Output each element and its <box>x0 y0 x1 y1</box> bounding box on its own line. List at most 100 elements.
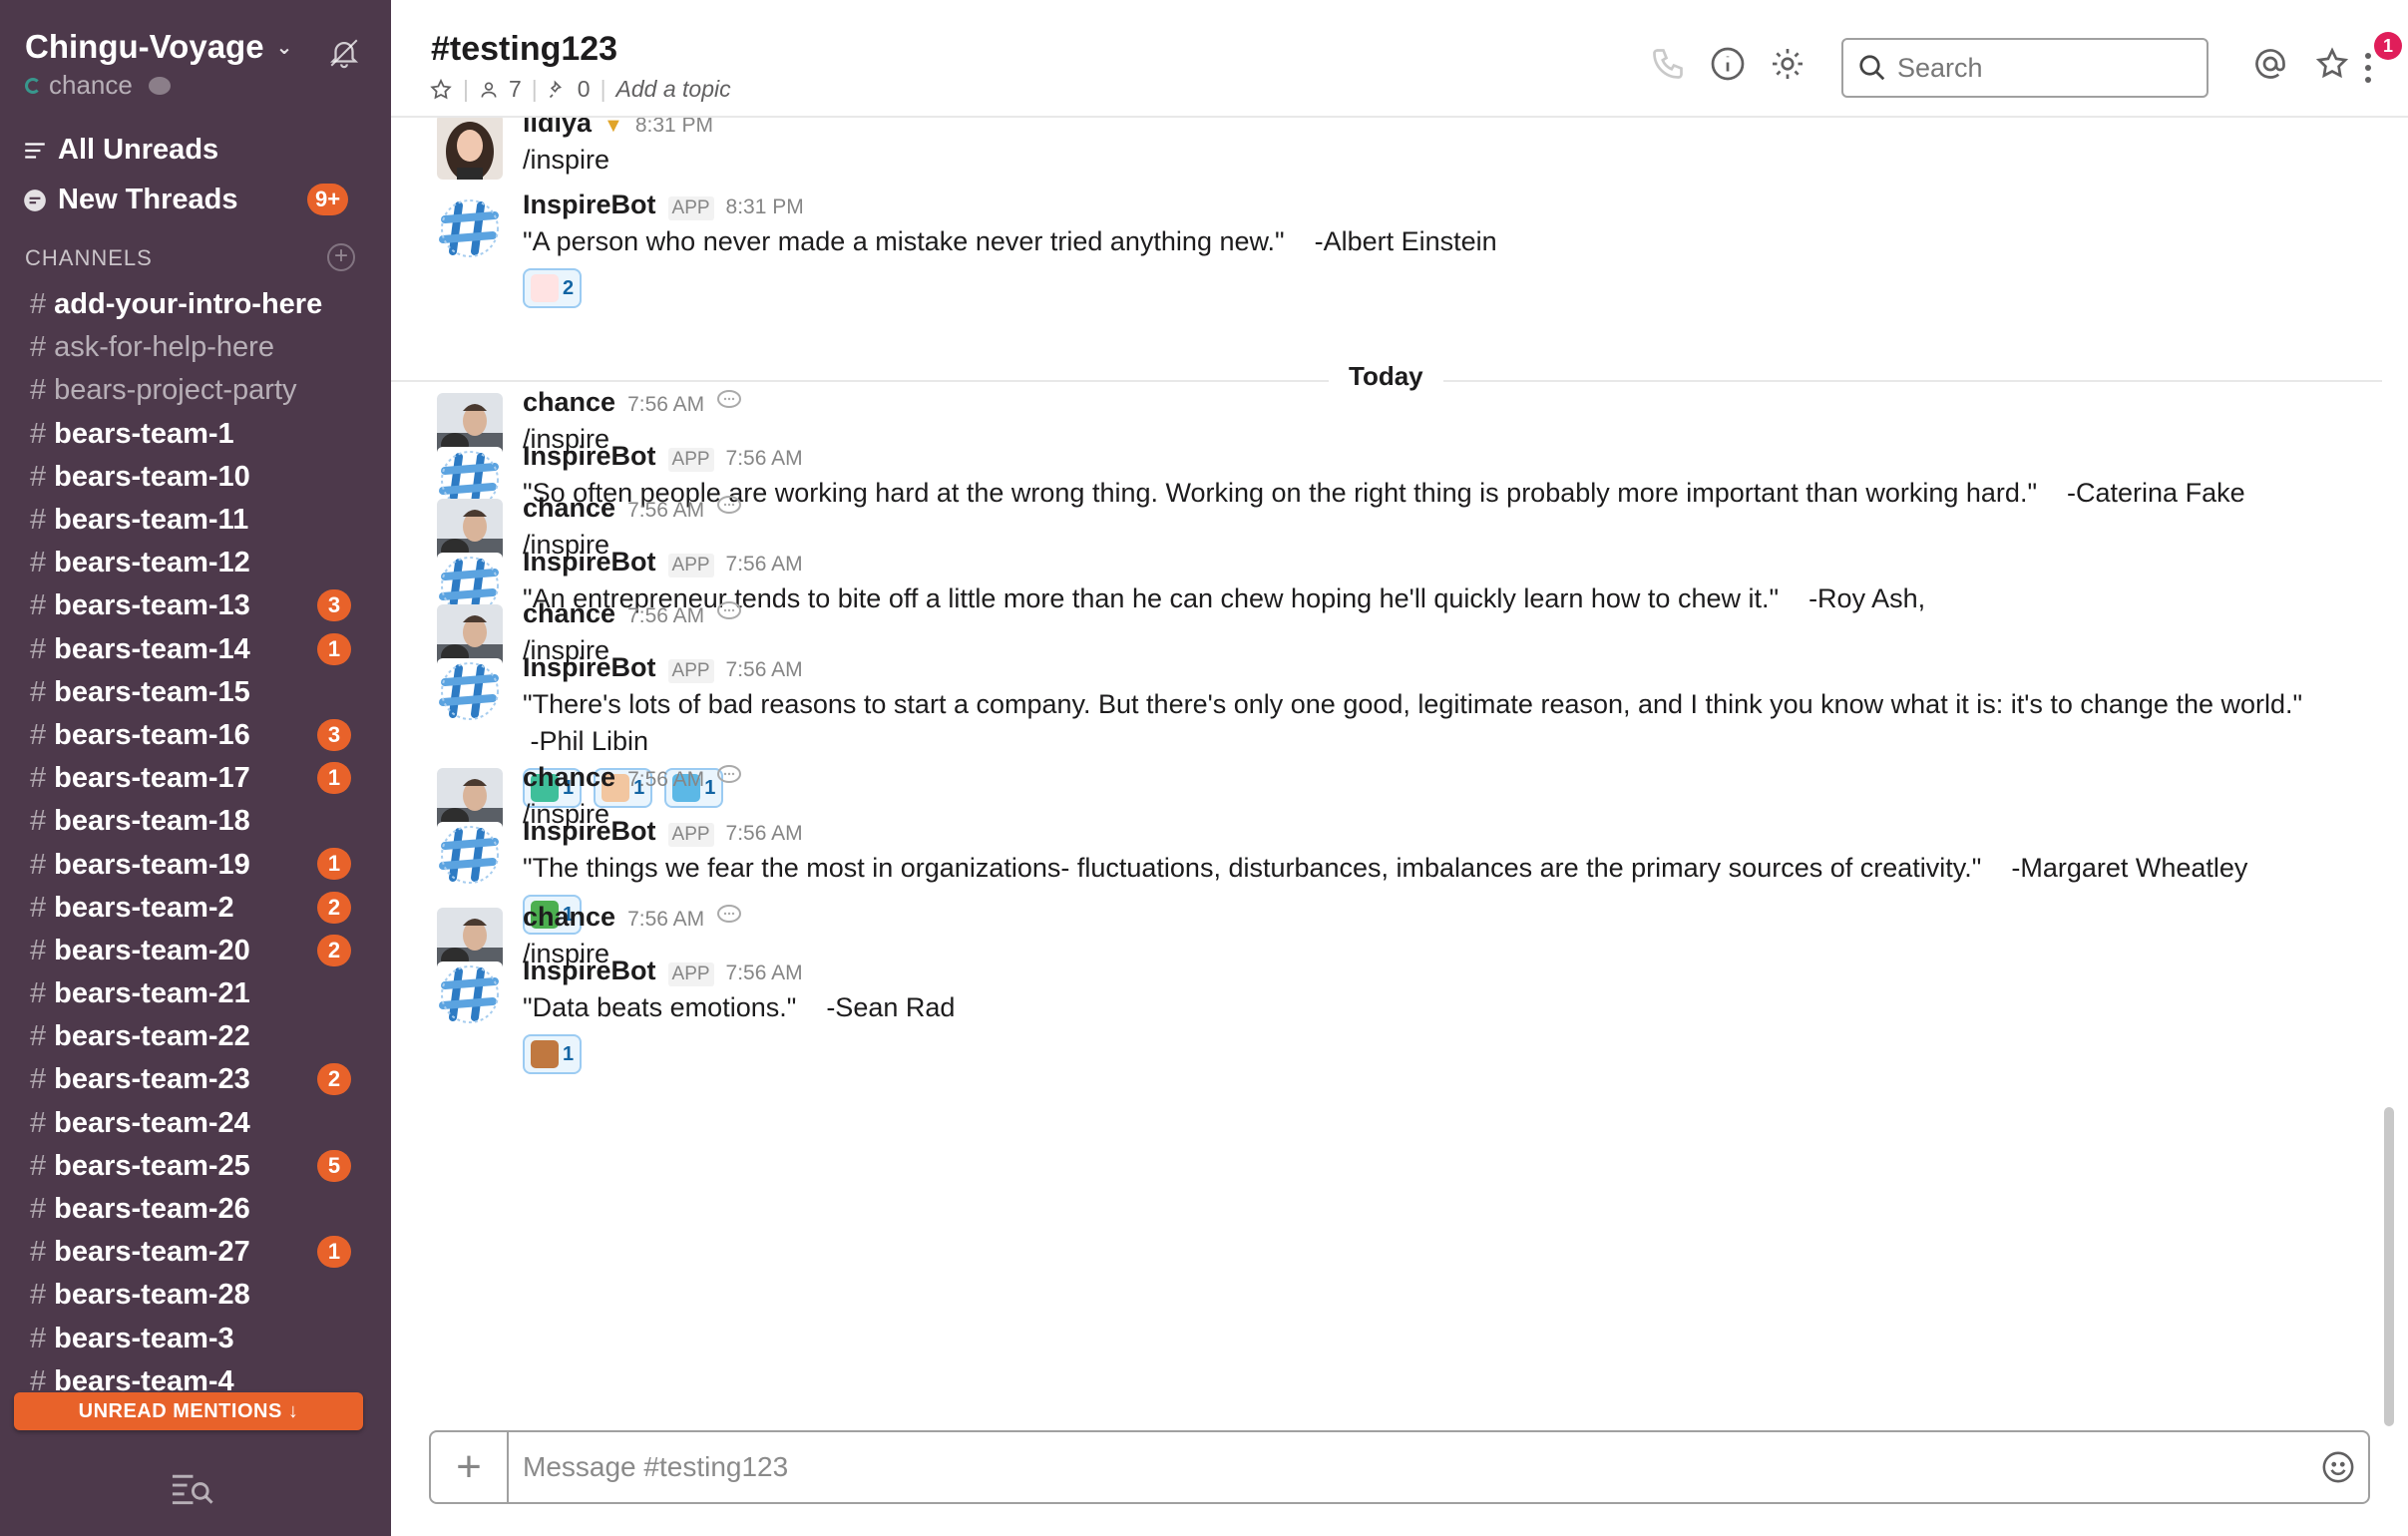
unread-mentions-button[interactable]: UNREAD MENTIONS ↓ <box>14 1392 363 1430</box>
scrollbar[interactable] <box>2384 1107 2394 1426</box>
sidebar-channel-bears-team-25[interactable]: # bears-team-25 5 <box>0 1145 391 1188</box>
message-timestamp[interactable]: 7:56 AM <box>726 961 803 985</box>
channel-name: bears-team-10 <box>54 460 250 493</box>
speech-bubble-icon <box>717 765 742 783</box>
unread-badge: 1 <box>317 632 351 665</box>
avatar[interactable] <box>437 118 503 180</box>
message-author[interactable]: chance <box>523 902 615 933</box>
sidebar-channel-bears-team-22[interactable]: # bears-team-22 <box>0 1015 391 1058</box>
message-header: InspireBot APP 7:56 AM <box>523 956 2338 989</box>
sidebar-channel-bears-team-27[interactable]: # bears-team-27 1 <box>0 1231 391 1274</box>
sidebar-channel-bears-team-18[interactable]: # bears-team-18 <box>0 800 391 843</box>
message-timestamp[interactable]: 7:56 AM <box>726 658 803 682</box>
hash-icon: # <box>30 589 47 622</box>
sidebar-channel-bears-team-14[interactable]: # bears-team-14 1 <box>0 628 391 671</box>
channel-name: add-your-intro-here <box>54 288 323 321</box>
sidebar-channel-add-your-intro-here[interactable]: # add-your-intro-here <box>0 283 391 326</box>
add-topic-link[interactable]: Add a topic <box>616 76 731 103</box>
more-options-icon[interactable] <box>2356 50 2380 86</box>
message-composer: + <box>429 1430 2370 1504</box>
members-count[interactable]: 7 <box>509 76 522 103</box>
sidebar-channel-bears-team-21[interactable]: # bears-team-21 <box>0 972 391 1015</box>
notifications-bell-icon[interactable] <box>327 36 361 70</box>
message-author[interactable]: chance <box>523 598 615 629</box>
attach-plus-button[interactable]: + <box>431 1432 509 1502</box>
message-timestamp[interactable]: 7:56 AM <box>726 822 803 846</box>
message-timestamp[interactable]: 7:56 AM <box>726 447 803 471</box>
message-timestamp[interactable]: 7:56 AM <box>726 553 803 576</box>
message-author[interactable]: InspireBot <box>523 956 656 986</box>
message-author[interactable]: InspireBot <box>523 190 656 220</box>
sidebar-channel-ask-for-help-here[interactable]: # ask-for-help-here <box>0 326 391 369</box>
sidebar-channel-bears-team-12[interactable]: # bears-team-12 <box>0 542 391 584</box>
add-channel-icon[interactable]: + <box>327 243 355 271</box>
phone-icon[interactable] <box>1650 46 1686 82</box>
message-timestamp[interactable]: 8:31 PM <box>635 118 713 138</box>
avatar[interactable] <box>437 658 503 724</box>
presence-icon <box>25 77 41 94</box>
message-author[interactable]: chance <box>523 762 615 793</box>
sidebar-channel-bears-team-19[interactable]: # bears-team-19 1 <box>0 843 391 886</box>
message-timestamp[interactable]: 7:56 AM <box>627 604 704 628</box>
avatar[interactable] <box>437 195 503 261</box>
sidebar-channel-bears-team-28[interactable]: # bears-team-28 <box>0 1274 391 1317</box>
sidebar-channel-bears-team-13[interactable]: # bears-team-13 3 <box>0 584 391 627</box>
mentions-icon[interactable] <box>2252 46 2288 82</box>
message-text: "A person who never made a mistake never… <box>523 226 1497 256</box>
message-timestamp[interactable]: 7:56 AM <box>627 768 704 792</box>
message-author[interactable]: InspireBot <box>523 547 656 577</box>
starred-items-icon[interactable] <box>2314 46 2350 82</box>
avatar[interactable] <box>437 961 503 1027</box>
message-author[interactable]: lidiya <box>523 118 592 139</box>
quick-switcher-icon[interactable] <box>170 1470 213 1506</box>
sidebar-channel-bears-team-20[interactable]: # bears-team-20 2 <box>0 930 391 972</box>
hash-icon: # <box>30 632 47 665</box>
reaction-pill[interactable]: 1 <box>523 1034 583 1074</box>
current-user[interactable]: chance <box>25 70 171 101</box>
all-unreads-link[interactable]: All Unreads <box>22 134 218 167</box>
pinned-count[interactable]: 0 <box>578 76 591 103</box>
sidebar-channel-bears-team-23[interactable]: # bears-team-23 2 <box>0 1058 391 1101</box>
message-list[interactable]: Today lidiya ▼ 8:31 PM/inspire InspireBot AP… <box>391 118 2382 1414</box>
message-input[interactable] <box>509 1437 2308 1497</box>
message-timestamp[interactable]: 7:56 AM <box>627 499 704 523</box>
hash-icon: # <box>30 374 47 407</box>
sidebar-channel-bears-team-24[interactable]: # bears-team-24 <box>0 1102 391 1145</box>
channels-header[interactable]: CHANNELS <box>25 245 153 271</box>
avatar[interactable] <box>437 822 503 888</box>
sidebar-channel-bears-team-15[interactable]: # bears-team-15 <box>0 671 391 714</box>
sidebar-channel-bears-team-11[interactable]: # bears-team-11 <box>0 499 391 542</box>
sidebar-channel-bears-team-3[interactable]: # bears-team-3 <box>0 1318 391 1360</box>
hash-icon: # <box>30 1106 47 1139</box>
channel-name: ask-for-help-here <box>54 331 274 364</box>
sidebar-channel-bears-project-party[interactable]: # bears-project-party <box>0 369 391 412</box>
channel-title[interactable]: #testing123 <box>431 30 617 69</box>
sidebar-channel-bears-team-16[interactable]: # bears-team-16 3 <box>0 714 391 757</box>
new-threads-link[interactable]: New Threads <box>22 184 238 216</box>
message-timestamp[interactable]: 8:31 PM <box>726 195 804 219</box>
message-author[interactable]: chance <box>523 387 615 418</box>
all-unreads-label: All Unreads <box>58 134 219 166</box>
sidebar-channel-bears-team-17[interactable]: # bears-team-17 1 <box>0 757 391 800</box>
message-timestamp[interactable]: 7:56 AM <box>627 393 704 417</box>
hash-icon: # <box>30 288 47 321</box>
reaction-pill[interactable]: 2 <box>523 268 583 308</box>
message-timestamp[interactable]: 7:56 AM <box>627 908 704 932</box>
message-author[interactable]: chance <box>523 493 615 524</box>
gear-icon[interactable] <box>1770 46 1806 82</box>
message-author[interactable]: InspireBot <box>523 652 656 683</box>
sidebar-channel-bears-team-1[interactable]: # bears-team-1 <box>0 413 391 456</box>
search-input[interactable] <box>1897 52 2187 84</box>
emoji-button[interactable] <box>2308 1437 2368 1497</box>
sidebar-channel-bears-team-26[interactable]: # bears-team-26 <box>0 1188 391 1231</box>
sidebar-channel-bears-team-10[interactable]: # bears-team-10 <box>0 456 391 499</box>
team-name-button[interactable]: Chingu-Voyage ⌄ <box>25 28 292 66</box>
notification-badge: 1 <box>2374 32 2402 60</box>
info-icon[interactable] <box>1710 46 1746 82</box>
message-author[interactable]: InspireBot <box>523 441 656 472</box>
message-author[interactable]: InspireBot <box>523 816 656 847</box>
sidebar-channel-bears-team-2[interactable]: # bears-team-2 2 <box>0 887 391 930</box>
100-icon <box>531 274 559 302</box>
star-icon[interactable] <box>429 78 453 102</box>
search-box[interactable] <box>1841 38 2208 98</box>
